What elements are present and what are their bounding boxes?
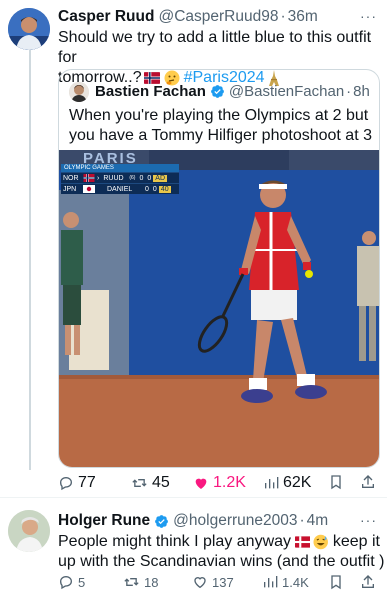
avatar-casper-ruud[interactable] (8, 8, 50, 50)
author-name[interactable]: Holger Rune (58, 512, 150, 530)
quoted-tweet[interactable]: Bastien Fachan @BastienFachan · 8h When … (58, 69, 380, 468)
verified-badge-icon (210, 85, 224, 98)
scoreboard-set1-1: 0 (139, 174, 144, 182)
tweet-text-line1-suffix: keep it (332, 533, 380, 550)
tweet-text-line2: up with the Scandinavian wins (and the o… (58, 553, 385, 570)
views-chart-icon (264, 576, 278, 588)
scoreboard-points-1: AD (153, 174, 168, 182)
avatar-holger-rune[interactable] (8, 510, 50, 552)
views-chart-icon (265, 477, 279, 489)
reply-button[interactable]: 5 (58, 574, 85, 590)
scoreboard-player-2: DANIEL (107, 185, 133, 193)
scoreboard-country-1: NOR (63, 174, 79, 182)
retweet-button[interactable]: 18 (123, 574, 158, 590)
reply-icon (59, 476, 73, 491)
bookmark-button[interactable] (329, 574, 343, 590)
verified-badge-icon (155, 514, 169, 528)
like-button[interactable]: 1.2K (193, 474, 246, 492)
quote-author-name[interactable]: Bastien Fachan (95, 83, 206, 100)
views-button[interactable]: 1.4K (262, 574, 309, 590)
like-button[interactable]: 137 (192, 574, 234, 590)
scoreboard-overlay: OLYMPIC GAMES NOR › RUUD (6) 0 0 AD JPN … (61, 164, 179, 194)
norway-flag-icon (83, 174, 95, 182)
thread-line (29, 50, 31, 470)
like-count: 1.2K (213, 474, 246, 491)
retweet-icon (124, 578, 139, 586)
scoreboard-points-2: 40 (158, 185, 171, 193)
share-button[interactable] (360, 574, 376, 590)
scoreboard-set2-2: 0 (152, 185, 157, 193)
share-button[interactable] (360, 474, 376, 490)
like-count: 137 (212, 574, 234, 590)
share-icon (362, 575, 374, 588)
quoted-media-photo[interactable]: PARIS OLYMPIC GAMES NOR › RUUD (6) 0 0 A… (59, 150, 379, 467)
share-icon (362, 475, 374, 488)
tweet-text-line1: People might think I play anyway keep it (58, 532, 380, 552)
scoreboard-player-1: RUUD (103, 174, 124, 182)
bookmark-icon (331, 575, 341, 590)
retweet-count: 18 (144, 574, 159, 590)
retweet-icon (132, 479, 147, 487)
author-handle[interactable]: @holgerrune2003 (173, 512, 297, 530)
views-button[interactable]: 62K (263, 474, 311, 492)
scoreboard-row-1: NOR › RUUD (6) 0 0 AD (61, 172, 179, 183)
separator-dot: · (280, 8, 286, 25)
author-handle[interactable]: @CasperRuud98 (158, 8, 278, 26)
separator-dot: · (346, 83, 352, 100)
reply-icon (59, 575, 73, 590)
author-name[interactable]: Casper Ruud (58, 8, 154, 26)
scoreboard-row-2: JPN DANIEL 0 0 40 (61, 183, 179, 194)
tweet-text: People might think I play anyway keep it… (58, 532, 385, 572)
views-count: 62K (283, 474, 312, 491)
reply-button[interactable]: 77 (58, 474, 96, 492)
bookmark-button[interactable] (329, 474, 343, 490)
quote-timestamp[interactable]: 8h (353, 83, 370, 100)
bookmark-icon (331, 475, 341, 490)
quote-text-line2: you have a Tommy Hilfiger photoshoot at … (69, 127, 372, 144)
scoreboard-set2-1: 0 (147, 174, 152, 182)
reply-count: 5 (78, 574, 86, 590)
scoreboard-set1-2: 0 (145, 185, 149, 193)
separator-dot: · (299, 512, 305, 529)
timestamp[interactable]: 4m (307, 512, 329, 530)
reply-count: 77 (78, 474, 96, 491)
avatar-bastien-fachan[interactable] (69, 82, 89, 102)
quote-header: Bastien Fachan @BastienFachan · 8h (95, 83, 370, 100)
tweet-header: Holger Rune @holgerrune2003 · 4m (58, 512, 328, 530)
retweet-count: 45 (152, 474, 170, 491)
quote-text-line1: When you're playing the Olympics at 2 bu… (69, 107, 369, 124)
japan-flag-icon (83, 185, 95, 193)
more-options-icon[interactable]: ··· (360, 512, 377, 528)
scoreboard-seed-1: (6) (129, 175, 136, 181)
scoreboard-title: OLYMPIC GAMES (61, 164, 179, 172)
grinning-sweat-icon (313, 534, 329, 550)
more-options-icon[interactable]: ··· (360, 8, 377, 24)
tweet-text-line1-prefix: People might think I play anyway (58, 533, 292, 550)
tennis-match-image (59, 150, 379, 467)
quote-text: When you're playing the Olympics at 2 bu… (69, 106, 374, 146)
heart-filled-icon (195, 478, 207, 489)
denmark-flag-icon (295, 536, 311, 548)
tweet-text-line1: Should we try to add a little blue to th… (58, 29, 372, 66)
heart-icon (194, 577, 206, 589)
tweet-header: Casper Ruud @CasperRuud98 · 36m (58, 8, 318, 26)
timestamp[interactable]: 36m (288, 8, 318, 26)
views-count: 1.4K (282, 574, 309, 590)
quote-author-handle[interactable]: @BastienFachan (229, 83, 344, 100)
tweet-holger-rune: Holger Rune @holgerrune2003 · 4m ··· Peo… (0, 498, 387, 600)
retweet-button[interactable]: 45 (131, 474, 170, 492)
tweet-casper-ruud: Casper Ruud @CasperRuud98 · 36m ··· Shou… (0, 0, 387, 497)
scoreboard-country-2: JPN (63, 185, 77, 193)
